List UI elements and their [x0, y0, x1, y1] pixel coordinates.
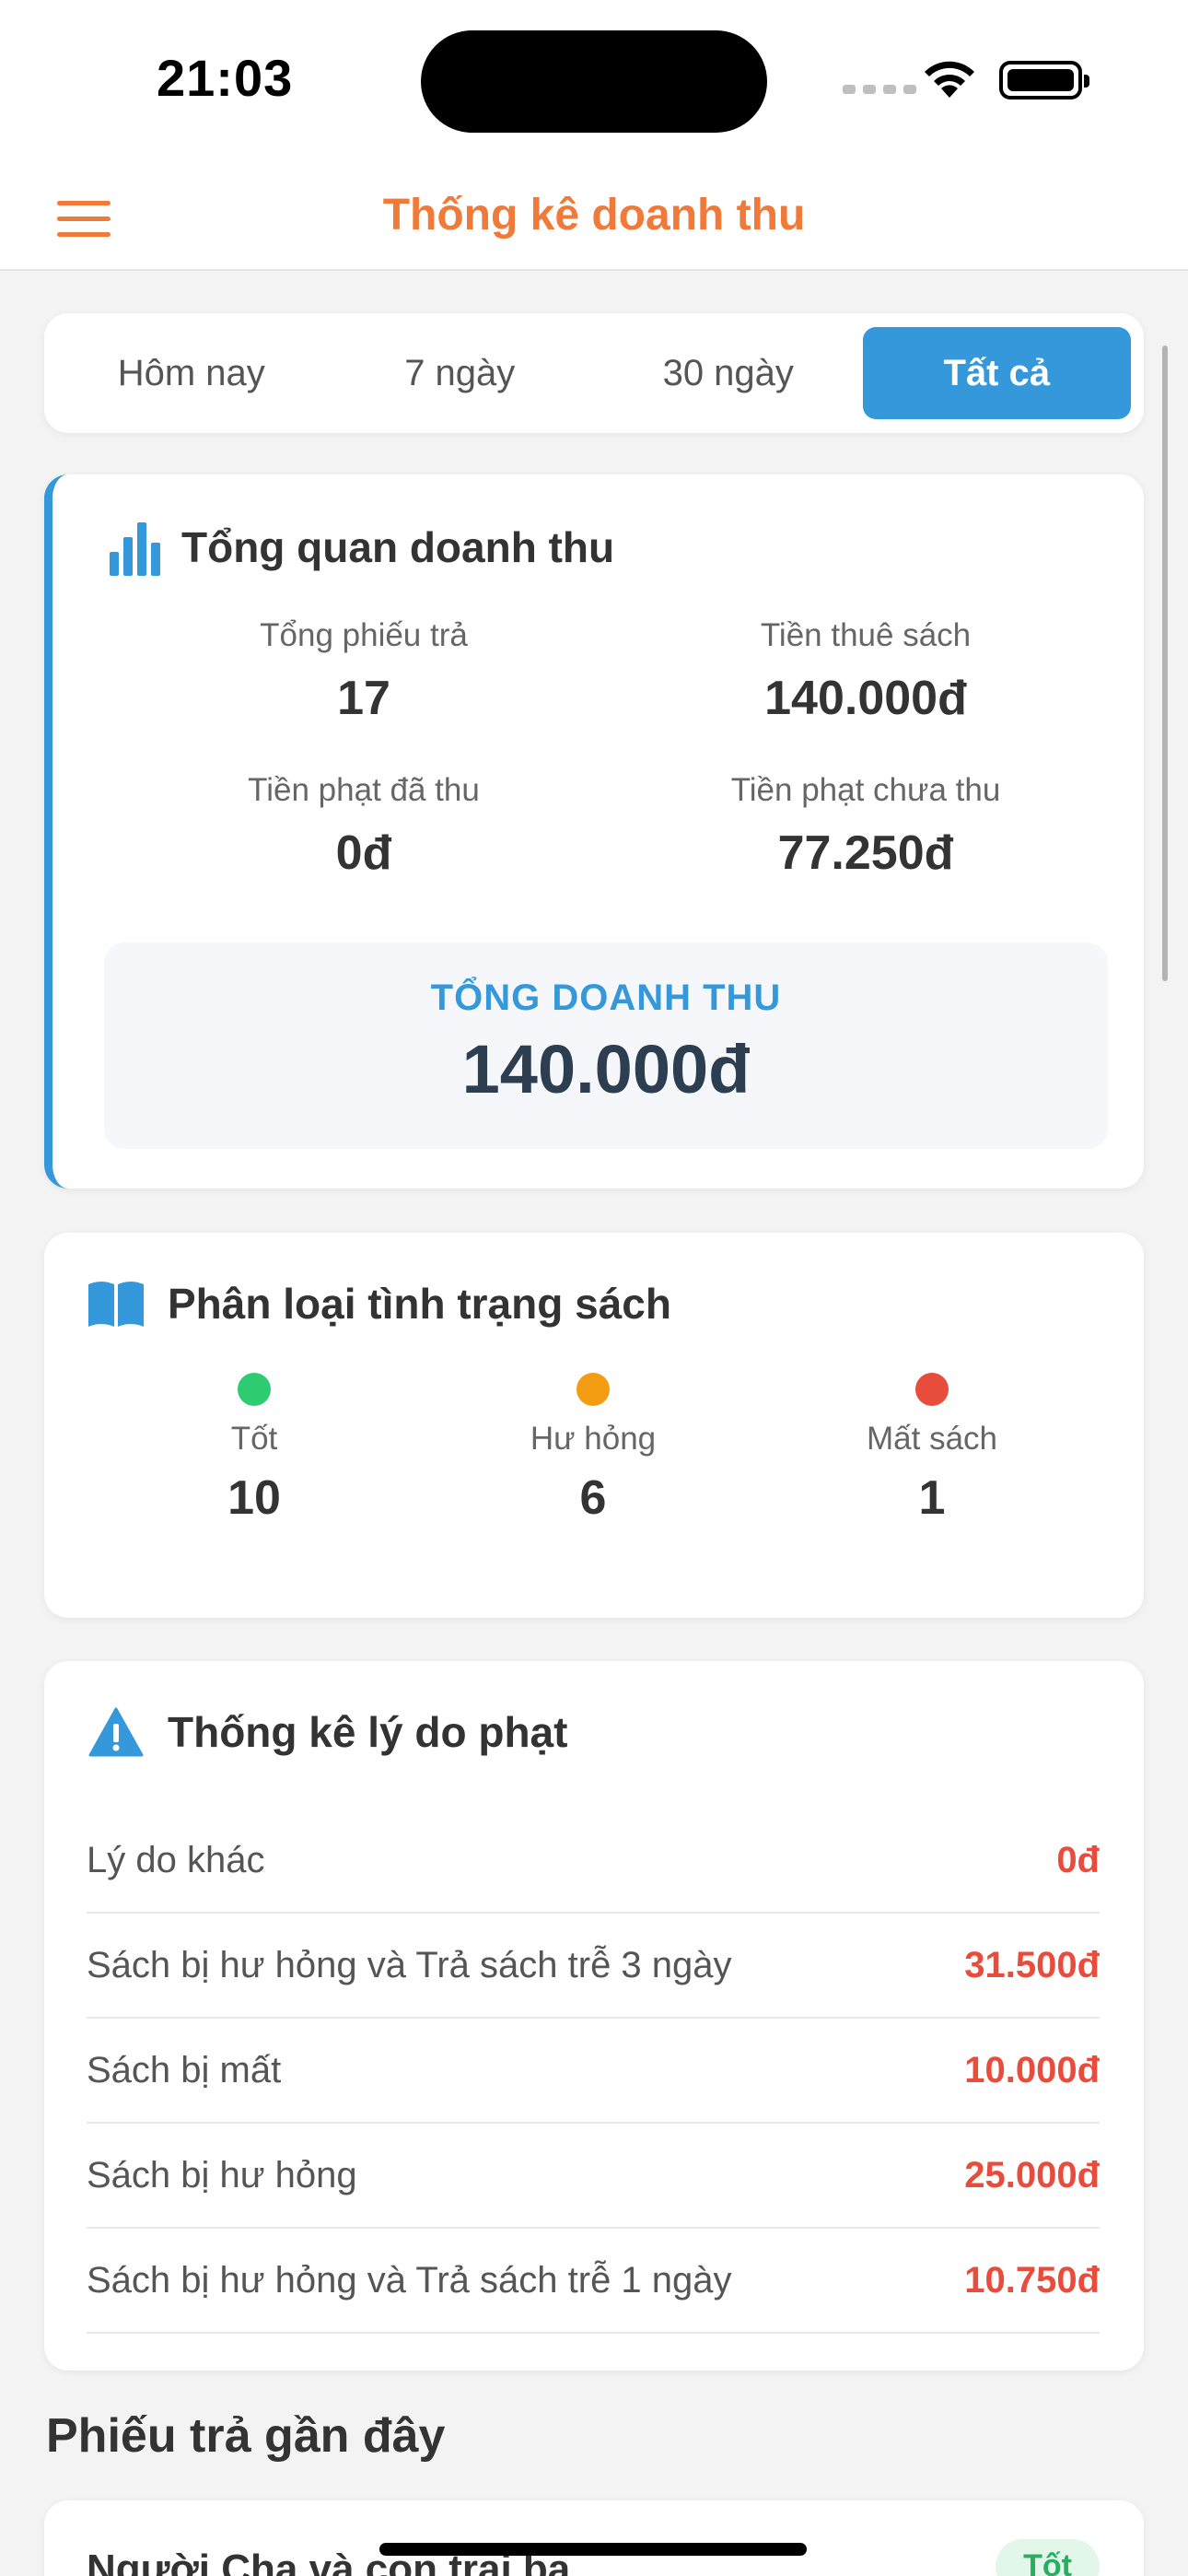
total-revenue-label: TỔNG DOANH THU: [430, 978, 782, 1018]
status-time: 21:03: [157, 49, 294, 107]
scrollbar[interactable]: [1162, 345, 1168, 981]
bar-chart-icon: [110, 522, 160, 576]
recent-section-title: Phiếu trả gần đây: [46, 2409, 446, 2463]
app-header: Thống kê doanh thu: [0, 157, 1188, 271]
total-revenue-value: 140.000đ: [461, 1031, 751, 1107]
tab-all[interactable]: Tất cả: [862, 327, 1131, 419]
list-item: Sách bị hư hỏng và Trả sách trễ 3 ngày 3…: [87, 1914, 1100, 2019]
condition-label: Tốt: [230, 1421, 278, 1457]
condition-label: Mất sách: [867, 1421, 997, 1457]
stat-value: 77.250đ: [777, 826, 954, 880]
stat-value: 0đ: [335, 826, 392, 880]
penalty-reason: Sách bị hư hỏng: [87, 2154, 357, 2195]
penalty-reason: Lý do khác: [87, 1839, 265, 1880]
stat-rental-fee: Tiền thuê sách 140.000đ: [635, 617, 1096, 726]
penalty-reasons-card: Thống kê lý do phạt Lý do khác 0đ Sách b…: [44, 1661, 1144, 2371]
status-dot: [915, 1373, 949, 1406]
status-dot: [577, 1373, 610, 1406]
period-filter-tabs: Hôm nay 7 ngày 30 ngày Tất cả: [44, 313, 1144, 433]
stat-label: Tiền phạt đã thu: [248, 772, 480, 808]
penalty-amount: 10.750đ: [964, 2259, 1100, 2301]
penalty-amount: 31.500đ: [964, 1944, 1100, 1985]
tab-30-days[interactable]: 30 ngày: [594, 327, 863, 419]
condition-count: 1: [918, 1471, 946, 1525]
page-title: Thống kê doanh thu: [382, 191, 806, 240]
status-badge: Tốt: [996, 2539, 1100, 2576]
penalty-amount: 0đ: [1056, 1839, 1100, 1880]
condition-damaged: Hư hỏng 6: [483, 1373, 704, 1526]
penalty-amount: 10.000đ: [964, 2049, 1100, 2090]
stat-fines-uncollected: Tiền phạt chưa thu 77.250đ: [635, 772, 1096, 881]
list-item: Sách bị hư hỏng và Trả sách trễ 1 ngày 1…: [87, 2229, 1100, 2334]
stat-label: Tiền thuê sách: [760, 617, 972, 653]
list-item: Sách bị hư hỏng 25.000đ: [87, 2124, 1100, 2229]
penalty-reason: Sách bị hư hỏng và Trả sách trễ 1 ngày: [87, 2259, 732, 2301]
tab-7-days[interactable]: 7 ngày: [326, 327, 595, 419]
penalty-reason: Sách bị mất: [87, 2049, 282, 2090]
revenue-overview-card: Tổng quan doanh thu Tổng phiếu trả 17 Ti…: [44, 474, 1144, 1188]
condition-lost: Mất sách 1: [821, 1373, 1042, 1526]
condition-count: 10: [227, 1471, 281, 1525]
stat-total-receipts: Tổng phiếu trả 17: [134, 617, 594, 726]
stat-label: Tiền phạt chưa thu: [730, 772, 1001, 808]
tab-today[interactable]: Hôm nay: [57, 327, 326, 419]
penalty-reason: Sách bị hư hỏng và Trả sách trễ 3 ngày: [87, 1944, 732, 1985]
recent-receipt-card[interactable]: Người Cha và con trai ba Tốt: [44, 2500, 1144, 2576]
list-item: Lý do khác 0đ: [87, 1809, 1100, 1914]
total-revenue-box: TỔNG DOANH THU 140.000đ: [104, 943, 1108, 1149]
stat-fines-collected: Tiền phạt đã thu 0đ: [134, 772, 594, 881]
condition-count: 6: [579, 1471, 607, 1525]
overview-title: Tổng quan doanh thu: [181, 523, 615, 571]
battery-icon: [999, 61, 1089, 100]
book-condition-card: Phân loại tình trạng sách Tốt 10 Hư hỏng…: [44, 1233, 1144, 1618]
dynamic-island: [421, 30, 767, 133]
penalty-list: Lý do khác 0đ Sách bị hư hỏng và Trả sác…: [87, 1809, 1100, 2334]
status-bar: 21:03: [0, 0, 1188, 157]
stat-value: 17: [337, 672, 390, 725]
cellular-signal-icon: [843, 85, 916, 94]
condition-title: Phân loại tình trạng sách: [168, 1280, 671, 1328]
penalty-title: Thống kê lý do phạt: [168, 1708, 568, 1756]
wifi-icon: [925, 61, 974, 98]
stat-value: 140.000đ: [764, 672, 967, 725]
penalty-amount: 25.000đ: [964, 2154, 1100, 2195]
list-item: Sách bị mất 10.000đ: [87, 2019, 1100, 2124]
condition-good: Tốt 10: [144, 1373, 365, 1526]
home-indicator[interactable]: [379, 2543, 807, 2556]
condition-label: Hư hỏng: [530, 1421, 657, 1457]
warning-icon: [88, 1707, 144, 1757]
stat-label: Tổng phiếu trả: [260, 617, 468, 653]
open-book-icon: [88, 1282, 144, 1327]
status-dot: [238, 1373, 271, 1406]
